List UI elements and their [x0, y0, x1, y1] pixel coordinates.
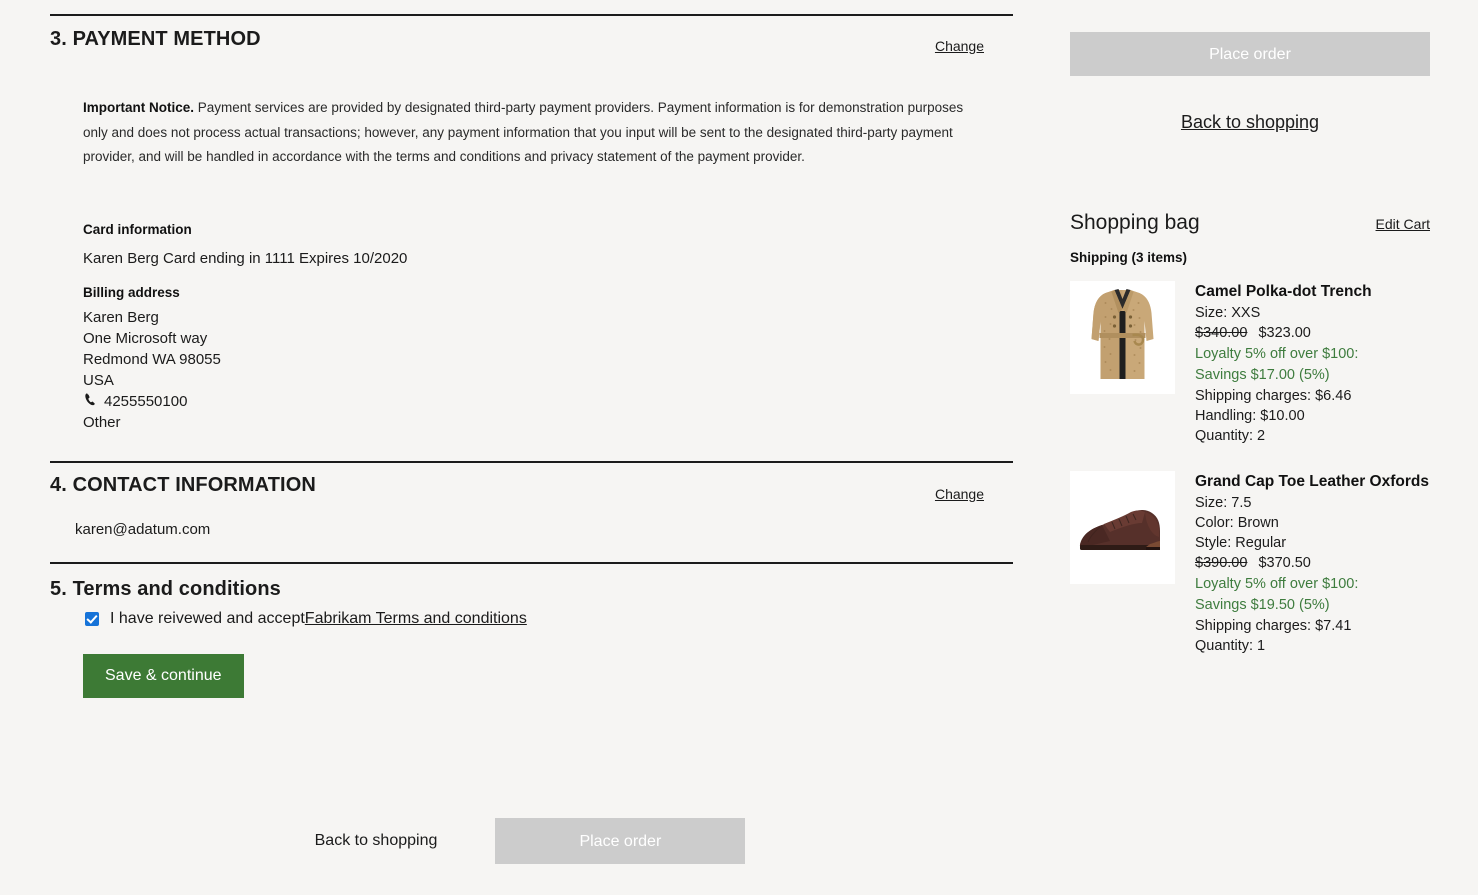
contact-information-title: 4. CONTACT INFORMATION: [50, 474, 316, 497]
billing-address-street: One Microsoft way: [83, 328, 1060, 349]
terms-title: 5. Terms and conditions: [50, 578, 281, 601]
change-payment-method-link[interactable]: Change: [935, 38, 984, 54]
cart-item-attribute: Color: Brown: [1195, 513, 1430, 533]
sidebar-inner: Place order Back to shopping Shopping ba…: [1060, 32, 1478, 656]
trench-coat-image: [1070, 281, 1175, 394]
cart-item-price-row: $390.00 $370.50: [1195, 553, 1430, 574]
notice-bold-label: Important Notice.: [83, 100, 194, 115]
place-order-bottom-button[interactable]: Place order: [495, 818, 745, 864]
fabrikam-terms-link[interactable]: Fabrikam Terms and conditions: [305, 610, 527, 628]
shipping-items-summary: Shipping (3 items): [1070, 250, 1430, 265]
edit-cart-link[interactable]: Edit Cart: [1376, 216, 1430, 232]
section-header-terms: 5. Terms and conditions: [50, 564, 1013, 610]
cart-item-attribute: Size: 7.5: [1195, 493, 1430, 513]
checkout-main-column: 3. PAYMENT METHOD Change Important Notic…: [0, 0, 1060, 895]
cart-item-attribute: Size: XXS: [1195, 303, 1430, 323]
cart-item-info: Camel Polka-dot Trench Size: XXS $340.00…: [1195, 281, 1430, 446]
payment-important-notice: Important Notice. Payment services are p…: [83, 96, 973, 170]
cart-item-loyalty-title: Loyalty 5% off over $100:: [1195, 574, 1430, 595]
cart-item-price-current: $370.50: [1258, 555, 1310, 571]
billing-address-label: Billing address: [83, 285, 1060, 300]
cart-item-price-original: $340.00: [1195, 325, 1247, 341]
cart-item: Camel Polka-dot Trench Size: XXS $340.00…: [1070, 281, 1430, 446]
cart-item-attribute: Style: Regular: [1195, 533, 1430, 553]
terms-number: 5.: [50, 578, 67, 600]
section-header-contact-information: 4. CONTACT INFORMATION Change: [50, 463, 1013, 521]
oxford-shoe-image: [1070, 471, 1175, 584]
shopping-bag-title: Shopping bag: [1070, 211, 1200, 235]
billing-address-name: Karen Berg: [83, 307, 1060, 328]
checkout-page: 3. PAYMENT METHOD Change Important Notic…: [0, 0, 1478, 895]
section-header-payment-method: 3. PAYMENT METHOD Change: [50, 16, 1013, 60]
cart-item-loyalty-title: Loyalty 5% off over $100:: [1195, 344, 1430, 365]
bottom-action-bar: Back to shopping Place order: [0, 818, 1060, 864]
cart-item-loyalty-savings: Savings $19.50 (5%): [1195, 595, 1430, 616]
cart-item-price-original: $390.00: [1195, 555, 1247, 571]
cart-item-name: Camel Polka-dot Trench: [1195, 281, 1430, 302]
terms-accept-text: I have reivewed and accept: [110, 610, 305, 628]
cart-item-info: Grand Cap Toe Leather Oxfords Size: 7.5 …: [1195, 471, 1430, 656]
cart-item-loyalty-savings: Savings $17.00 (5%): [1195, 365, 1430, 386]
billing-address-phone-row: 4255550100: [83, 391, 1060, 412]
payment-method-label: PAYMENT METHOD: [73, 28, 261, 50]
cart-item-shipping-charges: Shipping charges: $7.41: [1195, 616, 1430, 636]
phone-icon: [82, 392, 99, 410]
place-order-sidebar-button[interactable]: Place order: [1070, 32, 1430, 76]
contact-information-label: CONTACT INFORMATION: [73, 474, 316, 496]
cart-item-quantity: Quantity: 1: [1195, 636, 1430, 656]
cart-item-quantity: Quantity: 2: [1195, 426, 1430, 446]
contact-email-value: karen@adatum.com: [75, 521, 1060, 538]
order-summary-sidebar: Place order Back to shopping Shopping ba…: [1060, 0, 1478, 895]
billing-address-country: USA: [83, 370, 1060, 391]
change-contact-information-link[interactable]: Change: [935, 486, 984, 502]
billing-address-city-state-zip: Redmond WA 98055: [83, 349, 1060, 370]
cart-item-shipping-charges: Shipping charges: $6.46: [1195, 386, 1430, 406]
cart-item-name: Grand Cap Toe Leather Oxfords: [1195, 471, 1430, 492]
back-to-shopping-bottom-link[interactable]: Back to shopping: [315, 832, 438, 850]
cart-item: Grand Cap Toe Leather Oxfords Size: 7.5 …: [1070, 471, 1430, 656]
billing-address-phone-type: Other: [83, 412, 1060, 433]
card-information-label: Card information: [83, 222, 1060, 237]
cart-item-handling: Handling: $10.00: [1195, 406, 1430, 426]
shopping-bag-header: Shopping bag Edit Cart: [1070, 211, 1430, 235]
billing-address-phone: 4255550100: [104, 391, 187, 412]
terms-acceptance-row: I have reivewed and accept Fabrikam Term…: [85, 610, 1060, 628]
back-to-shopping-sidebar-link[interactable]: Back to shopping: [1070, 112, 1430, 133]
terms-label: Terms and conditions: [73, 578, 281, 600]
cart-item-price-current: $323.00: [1258, 325, 1310, 341]
card-information-value: Karen Berg Card ending in 1111 Expires 1…: [83, 248, 1060, 269]
save-and-continue-button[interactable]: Save & continue: [83, 654, 244, 698]
notice-body-text: Payment services are provided by designa…: [83, 100, 963, 164]
terms-checkbox[interactable]: [85, 612, 99, 626]
cart-item-price-row: $340.00 $323.00: [1195, 323, 1430, 344]
contact-information-number: 4.: [50, 474, 67, 496]
payment-method-title: 3. PAYMENT METHOD: [50, 28, 261, 51]
payment-method-number: 3.: [50, 28, 67, 50]
